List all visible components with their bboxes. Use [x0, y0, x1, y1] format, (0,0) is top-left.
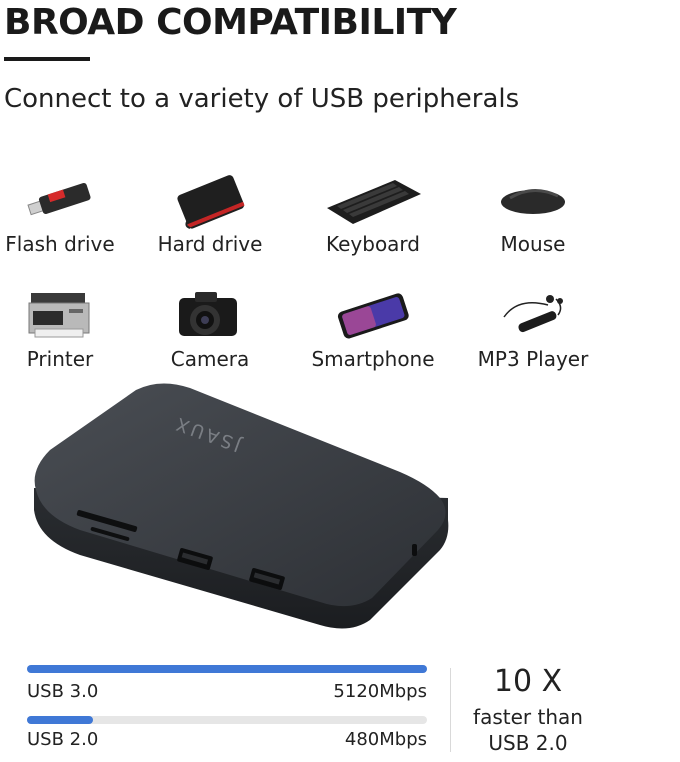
device-label: Keyboard — [325, 232, 420, 256]
usb2-speed-fill — [27, 716, 93, 724]
usb3-speed-fill — [27, 665, 427, 673]
device-flash-drive: Flash drive — [0, 170, 135, 256]
printer-icon — [0, 285, 135, 345]
usb3-speed-bar — [27, 665, 427, 673]
device-keyboard: Keyboard — [298, 170, 448, 256]
device-label: Flash drive — [5, 232, 115, 256]
device-camera: Camera — [135, 285, 285, 371]
device-smartphone: Smartphone — [298, 285, 448, 371]
keyboard-icon — [298, 170, 448, 230]
camera-icon — [135, 285, 285, 345]
hard-drive-icon — [135, 170, 285, 230]
device-label: Mouse — [500, 232, 566, 256]
device-label: MP3 Player — [477, 347, 589, 371]
device-mouse: Mouse — [458, 170, 608, 256]
device-label: Camera — [170, 347, 250, 371]
page-subtitle: Connect to a variety of USB peripherals — [4, 84, 520, 114]
title-underline — [4, 57, 90, 61]
speed-multiplier: 10 X — [493, 664, 563, 699]
usb-hub-product-image: JSAUX — [20, 380, 460, 640]
usb2-speed-bar — [27, 716, 427, 724]
speed-divider — [450, 668, 451, 752]
usb3-value: 5120Mbps — [333, 681, 427, 702]
device-label: Printer — [26, 347, 94, 371]
speed-caption-line1: faster than — [473, 705, 583, 729]
speed-caption-line2: USB 2.0 — [488, 731, 568, 755]
usb3-label: USB 3.0 — [27, 681, 99, 702]
mouse-icon — [458, 170, 608, 230]
device-mp3-player: MP3 Player — [458, 285, 608, 371]
mp3-player-icon — [458, 285, 608, 345]
device-label: Smartphone — [311, 347, 435, 371]
page-title: BROAD COMPATIBILITY — [4, 2, 457, 43]
device-printer: Printer — [0, 285, 135, 371]
device-hard-drive: Hard drive — [135, 170, 285, 256]
usb2-value: 480Mbps — [344, 729, 427, 750]
smartphone-icon — [298, 285, 448, 345]
usb2-label: USB 2.0 — [27, 729, 99, 750]
flash-drive-icon — [0, 170, 135, 230]
device-label: Hard drive — [157, 232, 263, 256]
